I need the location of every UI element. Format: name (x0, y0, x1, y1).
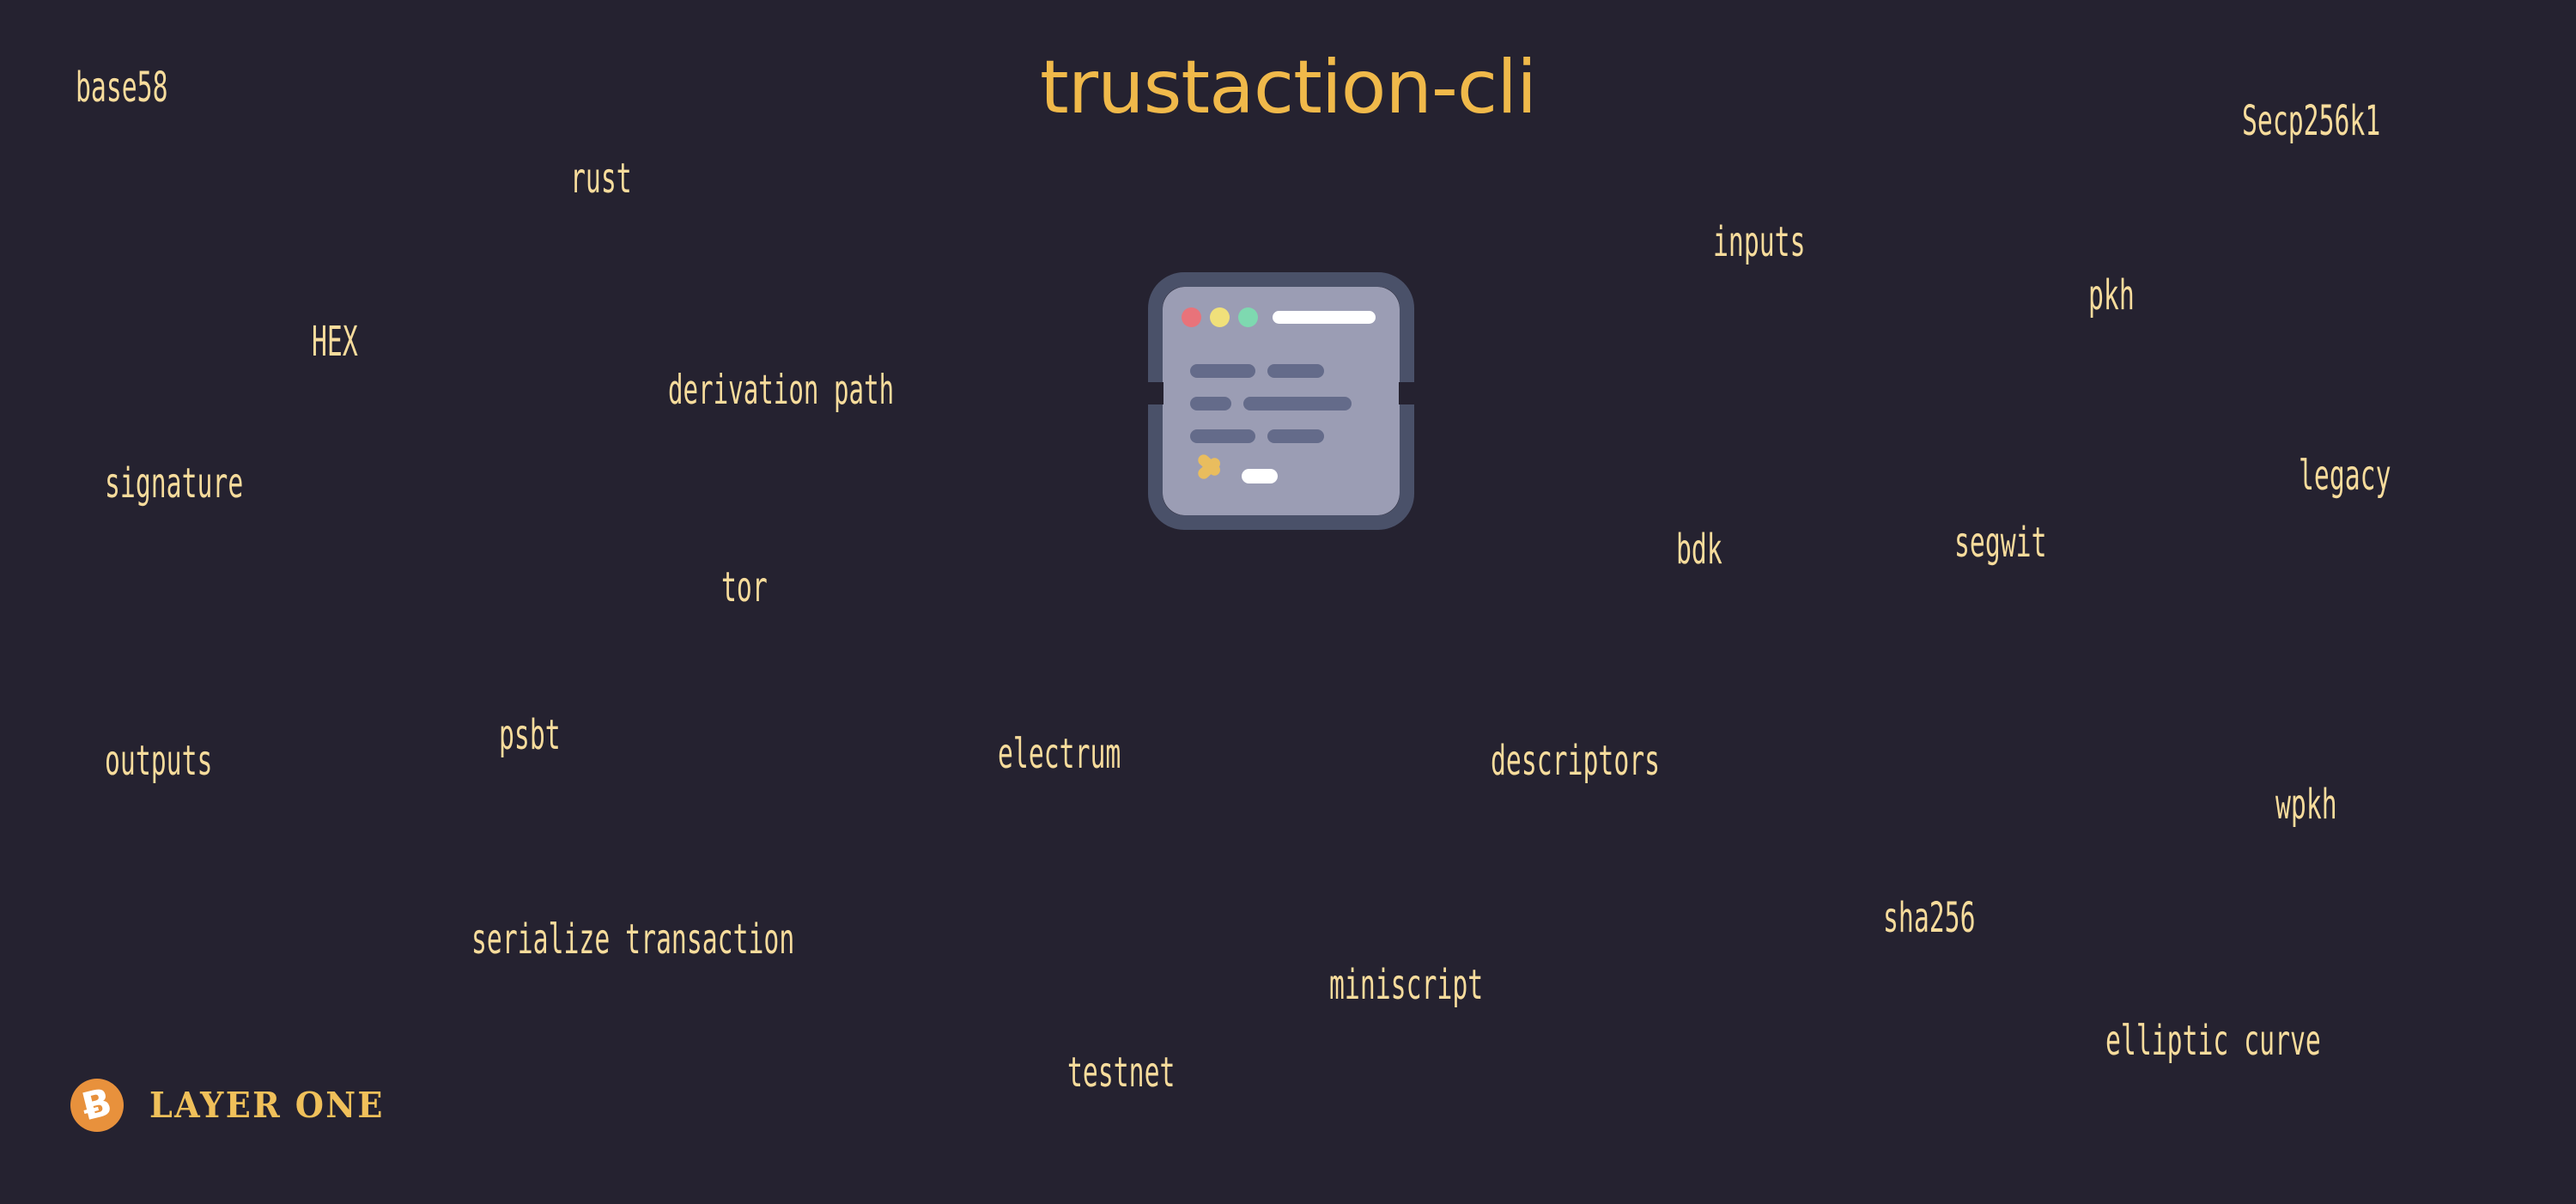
cloud-word: Secp256k1 (2242, 97, 2381, 145)
cloud-word: segwit (1954, 519, 2047, 567)
cloud-word: serialize transaction (471, 915, 795, 964)
terminal-frame (1148, 272, 1414, 530)
cloud-word: descriptors (1491, 737, 1661, 785)
bitcoin-glyph: Ƀ (77, 1079, 117, 1130)
brand-logo: Ƀ LAYER ONE (70, 1067, 402, 1143)
cloud-word: psbt (499, 711, 561, 759)
terminal-frame-notch-left (1147, 382, 1163, 404)
cloud-word: legacy (2299, 452, 2391, 500)
bitcoin-icon: Ƀ (70, 1079, 124, 1132)
cloud-word: wpkh (2275, 781, 2337, 829)
cloud-word: tor (721, 563, 768, 611)
terminal-window-icon (1147, 272, 1415, 530)
cloud-word: inputs (1713, 218, 1806, 266)
cloud-word: bdk (1676, 526, 1722, 574)
cloud-word: derivation path (668, 367, 895, 414)
terminal-frame-notch-right (1399, 382, 1415, 404)
cloud-word: testnet (1067, 1049, 1176, 1097)
cloud-word: signature (105, 459, 244, 508)
cloud-word: sha256 (1883, 894, 1976, 942)
cloud-word: HEX (312, 318, 358, 366)
cloud-word: base58 (76, 64, 168, 112)
brand-name: LAYER ONE (149, 1085, 385, 1126)
cloud-word: elliptic curve (2105, 1017, 2321, 1065)
cloud-word: electrum (998, 730, 1121, 778)
poster-canvas: trustaction-cli base58 rust HEX derivation … (0, 0, 2576, 1204)
page-title: trustaction-cli (1040, 45, 1537, 131)
cloud-word: rust (570, 155, 632, 203)
cloud-word: outputs (105, 737, 213, 785)
cloud-word: miniscript (1329, 961, 1484, 1009)
cloud-word: pkh (2088, 271, 2135, 319)
